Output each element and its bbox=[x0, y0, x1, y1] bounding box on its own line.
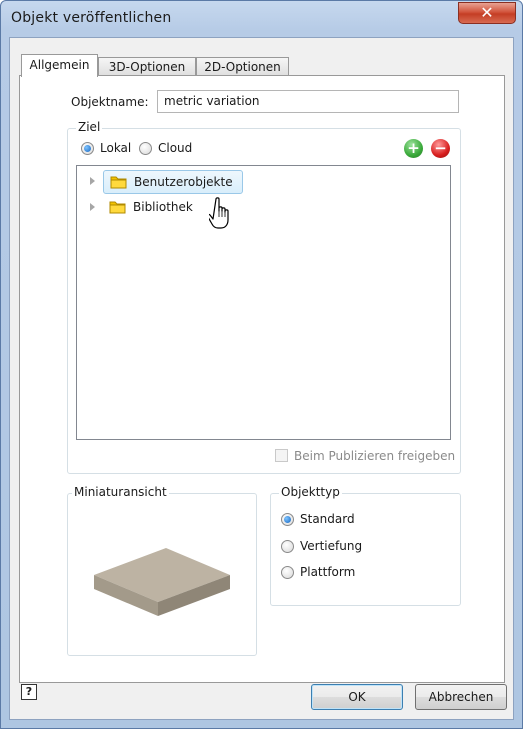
target-tree[interactable]: Benutzerobjekte Bibliothek bbox=[76, 165, 451, 440]
radio-cloud[interactable] bbox=[139, 142, 152, 155]
object-name-label: Objektname: bbox=[71, 95, 149, 109]
folder-icon bbox=[109, 201, 126, 214]
tree-item-bibliothek[interactable]: Bibliothek bbox=[103, 196, 213, 220]
remove-target-button[interactable]: − bbox=[431, 139, 450, 158]
radio-standard[interactable] bbox=[281, 513, 294, 526]
dialog-window: Objekt veröffentlichen ✕ Allgemein 3D-Op… bbox=[0, 0, 523, 729]
radio-vertiefung-label[interactable]: Vertiefung bbox=[300, 539, 362, 553]
dialog-client-area: Allgemein 3D-Optionen 2D-Optionen Objekt… bbox=[9, 37, 514, 720]
radio-local[interactable] bbox=[81, 142, 94, 155]
help-icon: ? bbox=[25, 685, 33, 698]
add-icon: + bbox=[407, 139, 420, 157]
title-bar[interactable]: Objekt veröffentlichen ✕ bbox=[1, 1, 522, 37]
radio-plattform[interactable] bbox=[281, 566, 294, 579]
tab-2d-optionen[interactable]: 2D-Optionen bbox=[196, 57, 289, 76]
remove-icon: − bbox=[434, 139, 447, 157]
thumbnail-group-title: Miniaturansicht bbox=[72, 485, 169, 499]
help-button[interactable]: ? bbox=[21, 684, 37, 700]
radio-standard-label[interactable]: Standard bbox=[300, 512, 355, 526]
share-on-publish-label: Beim Publizieren freigeben bbox=[294, 449, 456, 463]
tree-item-benutzerobjekte[interactable]: Benutzerobjekte bbox=[103, 170, 243, 194]
object-type-group-title: Objekttyp bbox=[279, 485, 342, 499]
add-target-button[interactable]: + bbox=[404, 139, 423, 158]
close-button[interactable]: ✕ bbox=[458, 2, 516, 24]
target-group-title: Ziel bbox=[76, 120, 103, 134]
tree-item-label: Bibliothek bbox=[133, 200, 193, 214]
expander-icon[interactable] bbox=[90, 177, 95, 185]
tree-item-label: Benutzerobjekte bbox=[134, 175, 233, 189]
hand-cursor-icon bbox=[209, 197, 229, 229]
tab-3d-optionen[interactable]: 3D-Optionen bbox=[98, 57, 196, 76]
expander-icon[interactable] bbox=[90, 203, 95, 211]
thumbnail-preview bbox=[94, 548, 230, 616]
radio-vertiefung[interactable] bbox=[281, 540, 294, 553]
folder-icon bbox=[110, 176, 127, 189]
window-title: Objekt veröffentlichen bbox=[11, 10, 172, 26]
object-type-group: Objekttyp bbox=[270, 485, 461, 606]
radio-plattform-label[interactable]: Plattform bbox=[300, 565, 355, 579]
cancel-button[interactable]: Abbrechen bbox=[415, 684, 507, 710]
ok-button[interactable]: OK bbox=[311, 684, 403, 710]
object-name-input[interactable]: metric variation bbox=[157, 90, 459, 113]
share-on-publish-checkbox[interactable] bbox=[275, 449, 288, 462]
radio-cloud-label[interactable]: Cloud bbox=[158, 141, 192, 155]
close-icon: ✕ bbox=[480, 3, 494, 22]
tab-allgemein[interactable]: Allgemein bbox=[21, 54, 98, 77]
radio-local-label[interactable]: Lokal bbox=[100, 141, 131, 155]
